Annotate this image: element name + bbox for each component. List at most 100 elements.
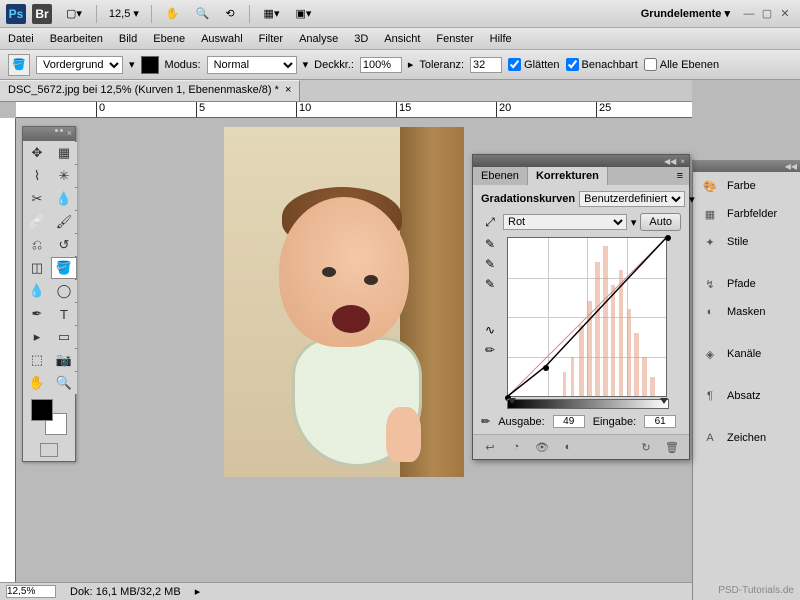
menu-hilfe[interactable]: Hilfe — [490, 33, 512, 45]
curve-mode-icon[interactable]: ∿ — [481, 323, 499, 337]
color-picker[interactable] — [31, 399, 67, 435]
bridge-logo-icon[interactable]: Br — [32, 4, 52, 24]
curve-anchor[interactable] — [543, 365, 549, 371]
gray-point-eyedropper[interactable]: ✎ — [481, 257, 499, 271]
input-gradient[interactable] — [507, 399, 669, 409]
output-input[interactable] — [553, 415, 585, 428]
dodge-tool[interactable]: ◯ — [51, 280, 77, 302]
brush-tool[interactable]: 🖌 — [51, 211, 77, 233]
pen-tool[interactable]: ✒ — [24, 303, 50, 325]
type-tool[interactable]: T — [51, 303, 77, 325]
history-brush-tool[interactable]: ↺ — [51, 234, 77, 256]
blur-tool[interactable]: 💧 — [24, 280, 50, 302]
healing-tool[interactable]: 🩹 — [24, 211, 50, 233]
panel-farbfelder[interactable]: ▦Farbfelder — [693, 200, 800, 228]
document-tab[interactable]: DSC_5672.jpg bei 12,5% (Kurven 1, Ebenen… — [0, 80, 300, 101]
screen-mode-dropdown[interactable]: ▣▾ — [291, 5, 315, 22]
shape-tool[interactable]: ▭ — [51, 326, 77, 348]
zoom-tool-icon[interactable]: 🔍 — [192, 5, 214, 22]
color-swatch[interactable] — [141, 56, 159, 74]
paint-bucket-icon[interactable]: 🪣 — [8, 54, 30, 76]
paint-bucket-tool[interactable]: 🪣 — [51, 257, 77, 279]
panel-header[interactable]: ◀◀× — [473, 155, 689, 167]
minimize-button[interactable]: — — [742, 7, 756, 21]
reset-icon[interactable]: ↻ — [637, 439, 655, 455]
input-input[interactable] — [644, 415, 676, 428]
channel-select[interactable]: Rot — [503, 214, 627, 230]
target-adjust-icon[interactable]: ⤢ — [481, 215, 499, 229]
opacity-input[interactable] — [360, 57, 402, 73]
menu-3d[interactable]: 3D — [354, 33, 368, 45]
close-icon[interactable]: × — [680, 157, 685, 166]
close-button[interactable]: ✕ — [778, 7, 792, 21]
panel-zeichen[interactable]: AZeichen — [693, 424, 800, 452]
menu-ansicht[interactable]: Ansicht — [384, 33, 420, 45]
hand-tool[interactable]: ✋ — [24, 372, 50, 394]
3d-camera-tool[interactable]: 📷 — [51, 349, 77, 371]
stamp-tool[interactable]: ⎌ — [24, 234, 50, 256]
visibility-icon[interactable]: 👁 — [533, 439, 551, 455]
zoom-tool[interactable]: 🔍 — [51, 372, 77, 394]
tab-ebenen[interactable]: Ebenen — [473, 167, 528, 185]
tab-korrekturen[interactable]: Korrekturen — [528, 167, 608, 185]
clip-icon[interactable]: ◔ — [507, 439, 525, 455]
workspace-switcher[interactable]: Grundelemente ▾ — [641, 7, 730, 20]
channels-icon: ◈ — [701, 346, 719, 362]
menu-analyse[interactable]: Analyse — [299, 33, 338, 45]
zoom-level[interactable]: 12,5 ▾ — [109, 7, 139, 20]
watermark: PSD-Tutorials.de — [718, 585, 794, 596]
swatches-icon: ▦ — [701, 206, 719, 222]
contiguous-checkbox[interactable]: Benachbart — [566, 58, 638, 71]
menu-ebene[interactable]: Ebene — [153, 33, 185, 45]
maximize-button[interactable]: ▢ — [760, 7, 774, 21]
rotate-tool-icon[interactable]: ⟲ — [221, 5, 238, 22]
paragraph-icon: ¶ — [701, 388, 719, 404]
menu-auswahl[interactable]: Auswahl — [201, 33, 243, 45]
panel-kanaele[interactable]: ◈Kanäle — [693, 340, 800, 368]
curves-graph[interactable] — [507, 237, 667, 397]
panel-menu-icon[interactable]: ≡ — [671, 167, 689, 185]
close-icon[interactable]: × — [67, 128, 72, 140]
layout-dropdown[interactable]: ▢▾ — [62, 5, 86, 22]
path-select-tool[interactable]: ▸ — [24, 326, 50, 348]
move-tool[interactable]: ✥ — [24, 142, 50, 164]
menu-filter[interactable]: Filter — [259, 33, 283, 45]
all-layers-checkbox[interactable]: Alle Ebenen — [644, 58, 719, 71]
hand-tool-icon[interactable]: ✋ — [162, 5, 184, 22]
dock-header[interactable]: ◀◀ — [693, 160, 800, 172]
black-point-eyedropper[interactable]: ✎ — [481, 237, 499, 251]
menu-bearbeiten[interactable]: Bearbeiten — [50, 33, 103, 45]
auto-button[interactable]: Auto — [640, 213, 681, 231]
panel-masken[interactable]: ◐Masken — [693, 298, 800, 326]
status-arrow-icon[interactable]: ▸ — [195, 585, 201, 598]
preset-select[interactable]: Benutzerdefiniert — [579, 191, 685, 207]
foreground-color[interactable] — [31, 399, 53, 421]
menu-bild[interactable]: Bild — [119, 33, 137, 45]
panel-absatz[interactable]: ¶Absatz — [693, 382, 800, 410]
return-icon[interactable]: ↩ — [481, 439, 499, 455]
crop-tool[interactable]: ✂ — [24, 188, 50, 210]
menu-fenster[interactable]: Fenster — [436, 33, 473, 45]
fill-source-select[interactable]: Vordergrund — [36, 56, 123, 74]
lasso-tool[interactable]: ⌇ — [24, 165, 50, 187]
panel-farbe[interactable]: 🎨Farbe — [693, 172, 800, 200]
pencil-mode-icon[interactable]: ✏ — [481, 343, 499, 357]
panel-stile[interactable]: ✦Stile — [693, 228, 800, 256]
tolerance-input[interactable] — [470, 57, 502, 73]
panel-pfade[interactable]: ↯Pfade — [693, 270, 800, 298]
eraser-tool[interactable]: ◫ — [24, 257, 50, 279]
antialias-checkbox[interactable]: Glätten — [508, 58, 559, 71]
tools-panel-header[interactable]: × — [23, 127, 75, 141]
white-point-eyedropper[interactable]: ✎ — [481, 277, 499, 291]
marquee-tool[interactable]: ▦ — [51, 142, 77, 164]
arrange-dropdown[interactable]: ▦▾ — [260, 5, 284, 22]
standard-mode-button[interactable] — [40, 443, 58, 457]
menu-datei[interactable]: Datei — [8, 33, 34, 45]
blend-mode-select[interactable]: Normal — [207, 56, 297, 74]
view-previous-icon[interactable]: ◐ — [559, 439, 577, 455]
3d-tool[interactable]: ⬚ — [24, 349, 50, 371]
delete-icon[interactable]: 🗑 — [663, 439, 681, 455]
zoom-input[interactable] — [6, 585, 56, 598]
eyedropper-tool[interactable]: 💧 — [51, 188, 77, 210]
quick-select-tool[interactable]: ✳ — [51, 165, 77, 187]
